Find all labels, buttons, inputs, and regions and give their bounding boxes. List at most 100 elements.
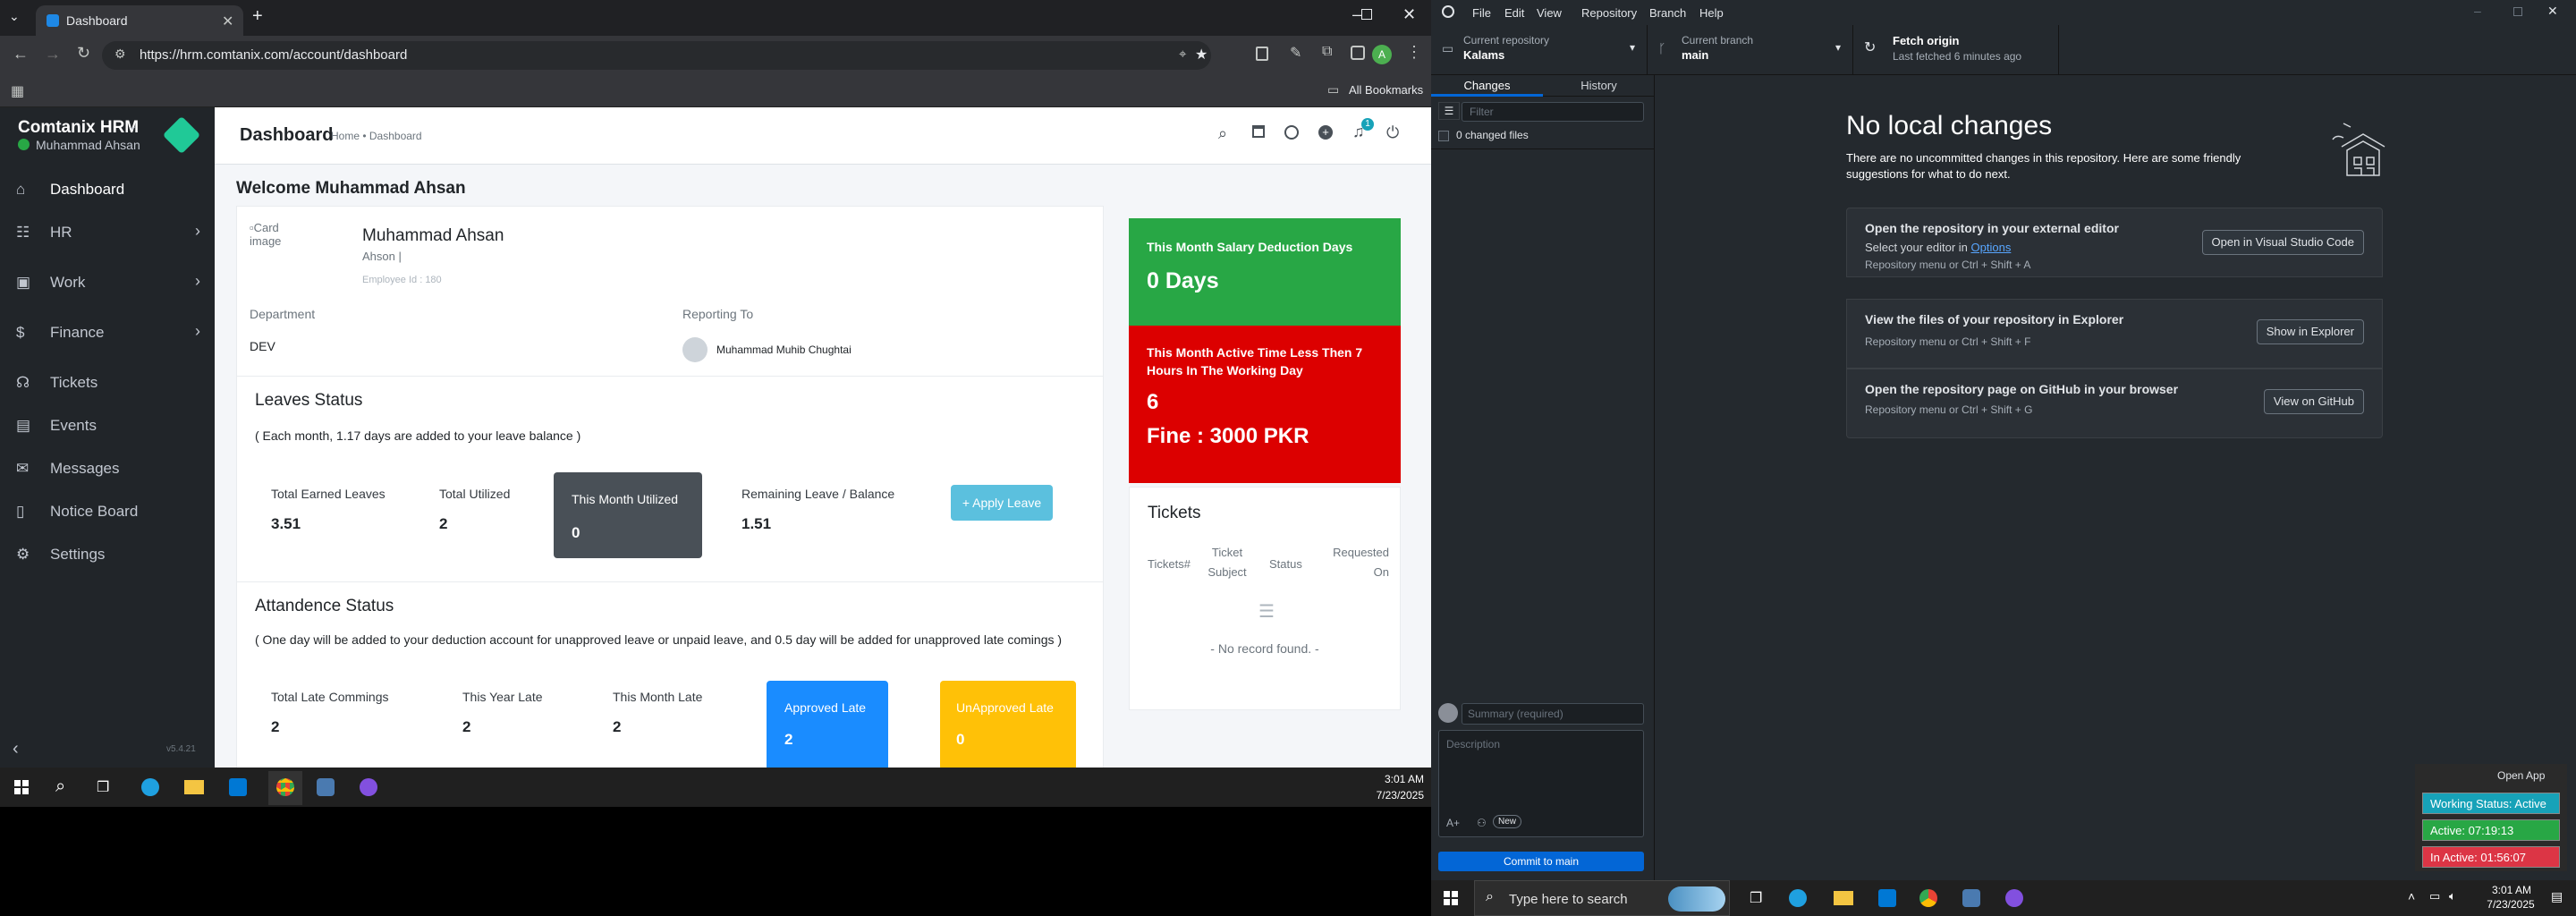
sidebar-item-finance[interactable]: $ Finance › <box>0 313 215 352</box>
file-explorer-icon[interactable] <box>1834 891 1853 905</box>
sidebar-item-settings[interactable]: ⚙ Settings <box>0 535 215 574</box>
apps-grid-icon[interactable]: ▦ <box>11 82 24 100</box>
store-icon[interactable] <box>229 778 247 796</box>
pen-icon[interactable]: ✎ <box>1290 44 1301 62</box>
fetch-origin-button[interactable]: ↻ Fetch origin Last fetched 6 minutes ag… <box>1853 25 2059 75</box>
edge-icon[interactable] <box>141 778 159 796</box>
close-tab-icon[interactable]: ✕ <box>222 13 233 30</box>
chrome-taskbar-icon[interactable] <box>268 771 302 805</box>
restore-icon[interactable] <box>1361 9 1372 20</box>
summary-input[interactable]: Summary (required) <box>1462 703 1644 725</box>
notifications-icon[interactable]: ▤ <box>2551 889 2563 904</box>
all-bookmarks[interactable]: All Bookmarks <box>1349 83 1423 97</box>
sidebar-item-notice-board[interactable]: ▯ Notice Board <box>0 492 215 531</box>
chrome-taskbar-icon[interactable] <box>1919 889 1937 907</box>
collapse-sidebar-icon[interactable]: ‹ <box>13 739 19 759</box>
clock-date[interactable]: 7/23/2025 <box>2483 898 2538 911</box>
calendar-icon[interactable] <box>1252 125 1265 138</box>
file-explorer-icon[interactable] <box>184 780 204 794</box>
clock-date[interactable]: 7/23/2025 <box>1370 789 1424 802</box>
sidebar-item-work[interactable]: ▣ Work › <box>0 263 215 302</box>
menu-branch[interactable]: Branch <box>1649 6 1686 20</box>
filter-input[interactable]: Filter <box>1462 102 1644 122</box>
windows-start-icon[interactable] <box>14 780 29 794</box>
tab-changes[interactable]: Changes <box>1431 75 1543 97</box>
close-window-icon[interactable]: ✕ <box>1402 5 1416 24</box>
profile-avatar[interactable]: A <box>1372 45 1392 64</box>
sidebar-item-hr[interactable]: ☷ HR › <box>0 213 215 252</box>
taskbar-search[interactable]: ⌕ Type here to search <box>1474 880 1730 916</box>
options-link[interactable]: Options <box>1971 241 2012 254</box>
network-icon[interactable]: ▭ <box>2429 889 2440 903</box>
add-coauthor-icon[interactable]: A+ <box>1446 817 1460 829</box>
current-branch-button[interactable]: ᚴ Current branch main ▾ <box>1648 25 1853 75</box>
clock-time[interactable]: 3:01 AM <box>2487 884 2537 896</box>
select-all-checkbox[interactable] <box>1438 131 1449 141</box>
show-in-explorer-button[interactable]: Show in Explorer <box>2256 319 2364 344</box>
sidebar-item-events[interactable]: ▤ Events <box>0 406 215 445</box>
volume-icon[interactable]: 🔈︎ <box>2449 889 2456 903</box>
menu-help[interactable]: Help <box>1699 6 1724 20</box>
sidebar-item-dashboard[interactable]: ⌂ Dashboard <box>0 170 215 209</box>
add-icon[interactable]: + <box>1318 125 1333 140</box>
description-input[interactable]: Description A+ ⚇ New <box>1438 730 1644 837</box>
app-icon[interactable] <box>1962 889 1980 907</box>
bookmark-star-icon[interactable]: ★ <box>1195 46 1208 64</box>
extensions-puzzle-icon[interactable]: ⧉ <box>1322 44 1332 60</box>
minimize-icon[interactable]: – <box>2474 4 2481 18</box>
brand-name[interactable]: Comtanix HRM <box>18 118 139 138</box>
store-icon[interactable] <box>1878 889 1896 907</box>
forward-icon[interactable]: → <box>45 45 61 64</box>
commit-button[interactable]: Commit to main <box>1438 852 1644 871</box>
brand-dropdown-icon[interactable]: ⌄ <box>127 118 138 133</box>
close-window-icon[interactable]: ✕ <box>2547 4 2558 19</box>
extension-icon[interactable] <box>1256 47 1268 61</box>
repo-label: Current repository <box>1463 34 1550 47</box>
app-icon[interactable] <box>317 778 335 796</box>
current-repository-button[interactable]: ▭ Current repository Kalams ▾ <box>1431 25 1648 75</box>
menu-repository[interactable]: Repository <box>1581 6 1637 20</box>
search-icon[interactable]: ⌕ <box>1218 124 1227 143</box>
tab-dashboard[interactable]: Dashboard ✕ <box>36 5 243 36</box>
omnibox[interactable]: ⚙ https://hrm.comtanix.com/account/dashb… <box>102 41 1211 70</box>
users-icon: ☷ <box>16 224 30 241</box>
task-view-icon[interactable]: ❐ <box>97 778 109 796</box>
branch-label: Current branch <box>1682 34 1754 47</box>
tab-history[interactable]: History <box>1543 75 1655 97</box>
restore-icon[interactable] <box>2513 7 2522 16</box>
task-view-icon[interactable]: ❐ <box>1750 889 1762 907</box>
back-icon[interactable]: ← <box>13 45 29 64</box>
search-icon[interactable]: ⌕ <box>55 776 65 797</box>
tray-chevron-icon[interactable]: ˄ <box>2408 889 2415 903</box>
edge-icon[interactable] <box>1789 889 1807 907</box>
clock-time[interactable]: 3:01 AM <box>1377 773 1424 785</box>
reload-icon[interactable]: ↻ <box>77 44 90 63</box>
sidebar-item-messages[interactable]: ✉ Messages <box>0 449 215 488</box>
windows-start-icon[interactable] <box>1444 891 1458 905</box>
location-icon[interactable]: ⌖ <box>1179 47 1186 62</box>
chrome-menu-icon[interactable]: ⋮ <box>1406 43 1422 62</box>
view-on-github-button[interactable]: View on GitHub <box>2263 389 2364 414</box>
menu-file[interactable]: File <box>1472 6 1491 20</box>
apply-leave-button[interactable]: + Apply Leave <box>951 485 1053 521</box>
clock-icon[interactable] <box>1284 125 1299 140</box>
remaining-label: Remaining Leave / Balance <box>741 487 895 501</box>
menu-edit[interactable]: Edit <box>1504 6 1524 20</box>
sidepanel-icon[interactable] <box>1351 46 1365 60</box>
copilot-icon[interactable]: ⚇ <box>1477 817 1487 829</box>
open-app-link[interactable]: Open App <box>2497 769 2545 782</box>
menu-view[interactable]: View <box>1537 6 1562 20</box>
tab-search-icon[interactable]: ⌄ <box>9 9 20 24</box>
approved-late-value: 2 <box>784 731 793 748</box>
minimize-icon[interactable]: – <box>1352 5 1361 24</box>
filter-options-icon[interactable]: ☰ <box>1438 102 1460 120</box>
total-earned-label: Total Earned Leaves <box>271 487 386 501</box>
open-in-vscode-button[interactable]: Open in Visual Studio Code <box>2201 230 2364 255</box>
power-icon[interactable]: ⏻ <box>1386 123 1399 142</box>
github-desktop-icon[interactable] <box>360 778 377 796</box>
github-desktop-icon[interactable] <box>2005 889 2023 907</box>
new-tab-icon[interactable]: + <box>252 6 263 27</box>
sidebar-item-tickets[interactable]: ☊ Tickets <box>0 363 215 403</box>
breadcrumb[interactable]: Home • Dashboard <box>331 130 422 142</box>
site-info-icon[interactable]: ⚙ <box>114 47 126 62</box>
